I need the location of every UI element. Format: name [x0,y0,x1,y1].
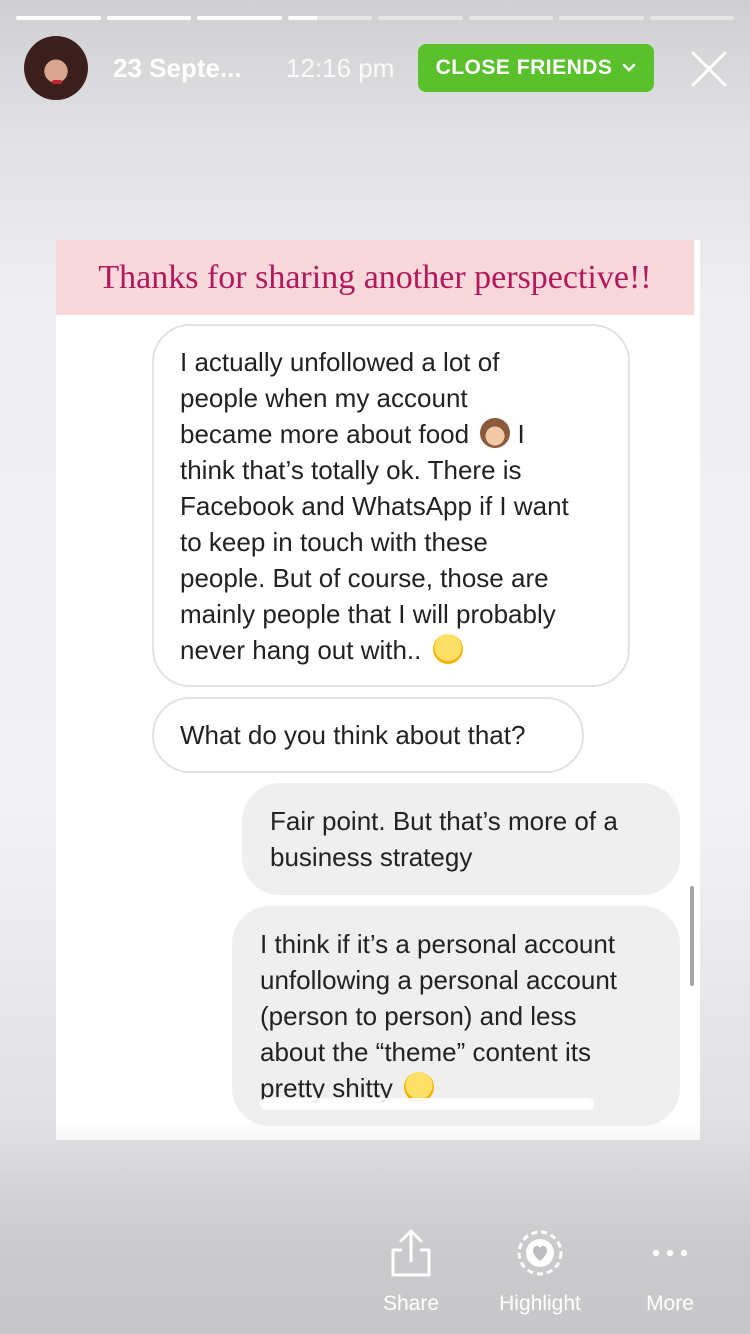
message-line: never hang out with.. [180,632,604,668]
message-line: people. But of course, those are [180,563,549,593]
more-icon [652,1249,688,1257]
story-header: 23 Septe... 12:16 pm CLOSE FRIENDS [0,0,750,140]
message-bubble-outgoing: I think if it’s a personal account unfol… [232,906,680,1126]
banner-text: Thanks for sharing another perspective!! [56,240,694,315]
message-bubble-outgoing: Fair point. But that’s more of a busines… [242,783,680,895]
highlight-label: Highlight [499,1292,581,1315]
shared-chat-screenshot: Thanks for sharing another perspective!!… [56,240,700,1140]
message-bubble-incoming: I actually unfollowed a lot of people wh… [152,324,630,687]
message-line: to keep in touch with these [180,527,488,557]
message-line: What do you think about that? [180,720,526,750]
message-line: think that’s totally ok. There is [180,455,522,485]
message-line: (person to person) and less [260,1001,577,1031]
story-progress-bar [16,16,734,20]
more-button[interactable]: More [610,1228,730,1316]
chevron-down-icon [623,63,636,72]
highlight-stroke [260,1098,594,1110]
message-line: became more about food I [180,418,525,449]
progress-segment [16,16,101,20]
progress-segment [559,16,644,20]
grinning-sweat-icon [432,634,463,664]
progress-segment [649,16,734,20]
share-label: Share [382,1292,440,1315]
progress-segment [468,16,553,20]
progress-segment [106,16,191,20]
highlight-button[interactable]: Highlight [480,1228,600,1316]
message-line: unfollowing a personal account [260,965,618,995]
progress-segment [378,16,463,20]
message-line: I actually unfollowed a lot of [180,347,500,377]
message-line: about the “theme” content its [260,1037,591,1067]
message-line: mainly people that I will probably [180,599,556,629]
progress-segment-current [287,16,372,20]
share-button[interactable]: Share [351,1228,471,1316]
avatar[interactable] [24,36,88,100]
story-date[interactable]: 23 Septe... [113,53,242,84]
message-line: Facebook and WhatsApp if I want [180,491,569,521]
message-line: business strategy [270,842,473,872]
message-line: people when my account [180,383,468,413]
share-icon [391,1229,431,1277]
progress-segment [197,16,282,20]
message-bubble-incoming: What do you think about that? [152,697,584,773]
scroll-indicator [690,886,694,986]
message-line: I think if it’s a personal account [260,929,616,959]
highlight-icon [517,1230,563,1276]
close-friends-label: CLOSE FRIENDS [435,56,613,79]
message-line: Fair point. But that’s more of a [270,806,618,836]
story-time: 12:16 pm [286,53,395,83]
close-icon[interactable] [690,50,728,88]
close-friends-button[interactable]: CLOSE FRIENDS [418,44,654,92]
see-no-evil-monkey-icon [480,418,511,448]
more-label: More [646,1292,694,1315]
